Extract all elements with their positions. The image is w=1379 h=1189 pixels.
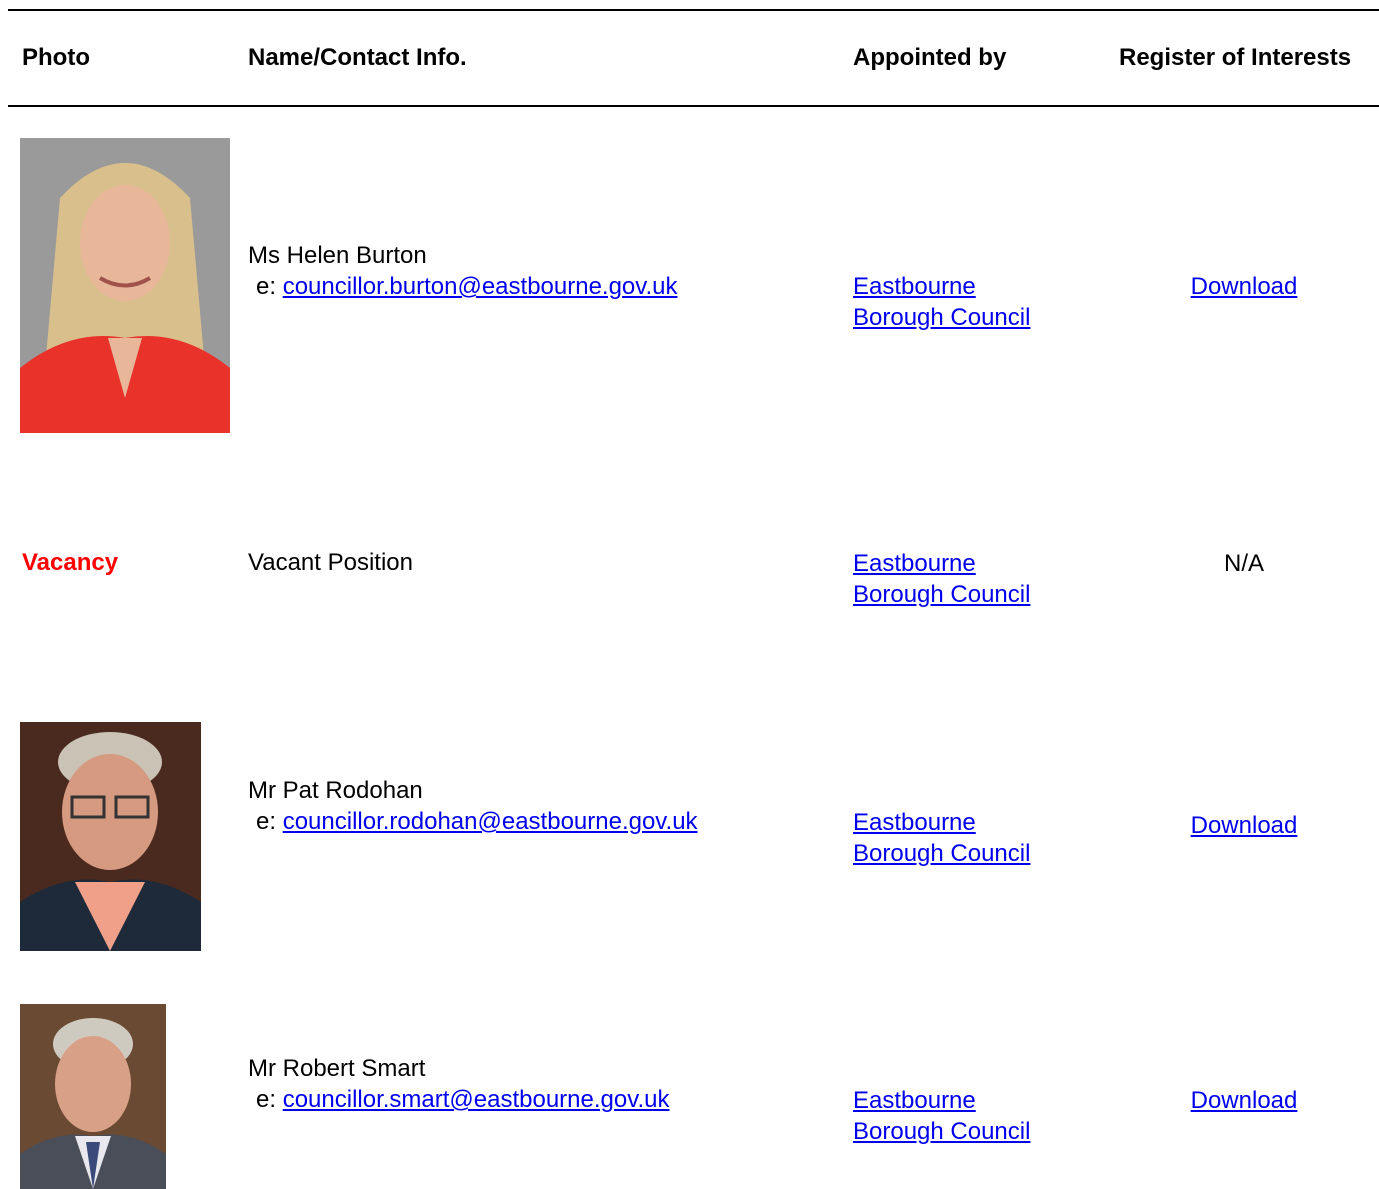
header-register-of-interests: Register of Interests bbox=[1119, 44, 1352, 71]
email-prefix: e: bbox=[256, 273, 283, 300]
appointed-by-line-2[interactable]: Borough Council bbox=[853, 1116, 1030, 1147]
appointed-by-line-2[interactable]: Borough Council bbox=[853, 302, 1030, 333]
table-top-rule bbox=[8, 9, 1379, 11]
appointed-by-line-2[interactable]: Borough Council bbox=[853, 838, 1030, 869]
member-photo-burton bbox=[20, 138, 230, 433]
member-email-link[interactable]: councillor.smart@eastbourne.gov.uk bbox=[283, 1086, 670, 1113]
header-name-contact: Name/Contact Info. bbox=[248, 44, 467, 71]
register-cell: Download bbox=[1119, 1085, 1369, 1116]
member-name: Ms Helen Burton bbox=[248, 242, 427, 269]
appointed-by-line-1[interactable]: Eastbourne bbox=[853, 271, 1030, 302]
member-email-line: e: councillor.rodohan@eastbourne.gov.uk bbox=[256, 806, 698, 837]
appointed-by-line-1[interactable]: Eastbourne bbox=[853, 1085, 1030, 1116]
appointed-by-line-1[interactable]: Eastbourne bbox=[853, 807, 1030, 838]
member-name: Mr Robert Smart bbox=[248, 1055, 426, 1082]
register-cell: Download bbox=[1119, 810, 1369, 841]
header-appointed-by: Appointed by bbox=[853, 44, 1007, 71]
appointed-by-line-1[interactable]: Eastbourne bbox=[853, 548, 1030, 579]
member-photo-smart bbox=[20, 1004, 166, 1189]
appointed-by-link[interactable]: Eastbourne Borough Council bbox=[853, 807, 1030, 869]
header-photo: Photo bbox=[22, 44, 90, 71]
vacancy-label: Vacancy bbox=[22, 549, 119, 576]
appointed-by-link[interactable]: Eastbourne Borough Council bbox=[853, 548, 1030, 610]
download-link[interactable]: Download bbox=[1191, 812, 1298, 839]
register-cell: Download bbox=[1119, 271, 1369, 302]
appointed-by-line-2[interactable]: Borough Council bbox=[853, 579, 1030, 610]
member-email-link[interactable]: councillor.burton@eastbourne.gov.uk bbox=[283, 273, 678, 300]
register-na: N/A bbox=[1223, 550, 1264, 577]
download-link[interactable]: Download bbox=[1191, 273, 1298, 300]
appointed-by-link[interactable]: Eastbourne Borough Council bbox=[853, 271, 1030, 333]
appointed-by-link[interactable]: Eastbourne Borough Council bbox=[853, 1085, 1030, 1147]
download-link[interactable]: Download bbox=[1191, 1087, 1298, 1114]
email-prefix: e: bbox=[256, 808, 283, 835]
table-header-rule bbox=[8, 105, 1379, 107]
member-email-line: e: councillor.smart@eastbourne.gov.uk bbox=[256, 1084, 669, 1115]
member-photo-rodohan bbox=[20, 722, 201, 951]
member-email-line: e: councillor.burton@eastbourne.gov.uk bbox=[256, 271, 678, 302]
email-prefix: e: bbox=[256, 1086, 283, 1113]
member-email-link[interactable]: councillor.rodohan@eastbourne.gov.uk bbox=[283, 808, 698, 835]
member-name: Mr Pat Rodohan bbox=[248, 777, 423, 804]
member-name: Vacant Position bbox=[248, 549, 413, 576]
